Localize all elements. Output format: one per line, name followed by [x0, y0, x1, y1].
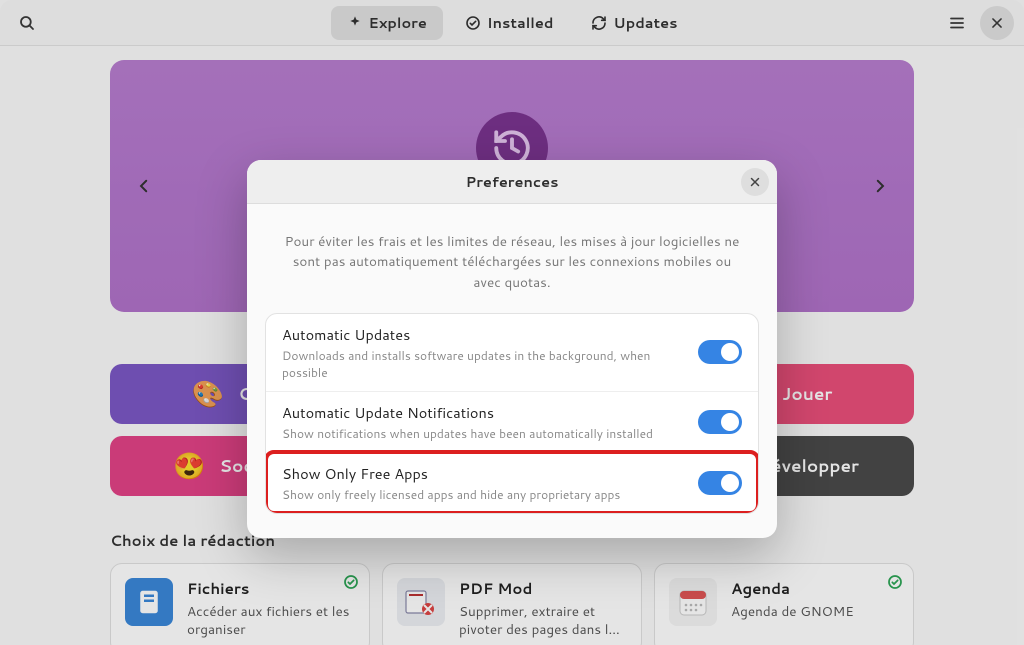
- pref-subtitle: Show only freely licensed apps and hide …: [282, 486, 684, 503]
- pref-row-automatic-updates: Automatic Updates Downloads and installs…: [266, 314, 758, 391]
- modal-overlay: Preferences Pour éviter les frais et les…: [0, 0, 1024, 645]
- dialog-title: Preferences: [466, 171, 559, 192]
- preferences-dialog: Preferences Pour éviter les frais et les…: [247, 160, 777, 538]
- pref-title: Automatic Update Notifications: [282, 402, 684, 423]
- dialog-description: Pour éviter les frais et les limites de …: [247, 204, 777, 313]
- pref-row-show-only-free-apps: Show Only Free Apps Show only freely lic…: [266, 452, 758, 513]
- preferences-list: Automatic Updates Downloads and installs…: [265, 313, 759, 514]
- toggle-switch[interactable]: [698, 410, 742, 434]
- close-icon[interactable]: [741, 168, 769, 196]
- pref-title: Show Only Free Apps: [282, 463, 684, 484]
- pref-row-update-notifications: Automatic Update Notifications Show noti…: [266, 391, 758, 452]
- pref-title: Automatic Updates: [282, 324, 684, 345]
- toggle-switch[interactable]: [698, 471, 742, 495]
- toggle-switch[interactable]: [698, 340, 742, 364]
- dialog-header: Preferences: [247, 160, 777, 204]
- pref-subtitle: Downloads and installs software updates …: [282, 347, 684, 381]
- pref-subtitle: Show notifications when updates have bee…: [282, 425, 684, 442]
